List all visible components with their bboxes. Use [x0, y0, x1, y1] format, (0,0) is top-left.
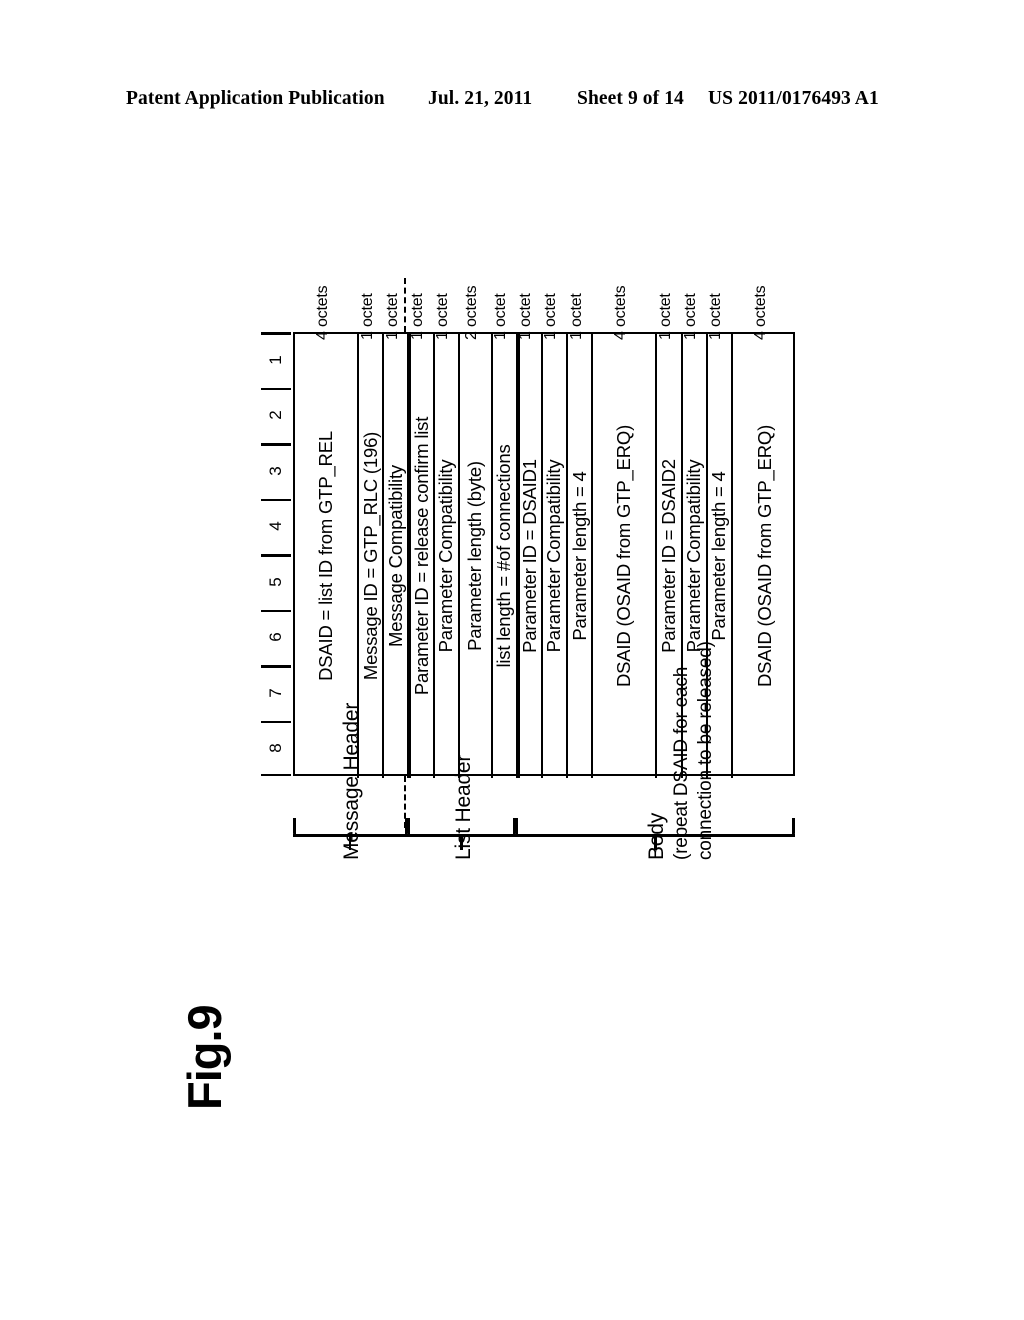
packet-field-label: Parameter length (byte) — [464, 461, 486, 651]
packet-field: Parameter length (byte) — [460, 334, 493, 778]
bit-tick-mark — [261, 609, 291, 612]
packet-field: list length = #of connections — [493, 334, 518, 778]
group-label: Message Header — [340, 702, 364, 860]
bit-ruler: 1 2 3 4 5 6 7 8 — [259, 332, 293, 776]
group-label: Body — [645, 812, 669, 860]
packet-field-label: list length = #of connections — [493, 444, 515, 668]
bit-tick-mark — [261, 387, 291, 390]
packet-field-label: Parameter Compatibility — [543, 459, 565, 653]
header-separator-dash-top — [404, 278, 406, 332]
bracket-tip-right — [792, 818, 795, 836]
packet-field: DSAID (OSAID from GTP_ERQ) — [733, 334, 797, 778]
packet-field: DSAID (OSAID from GTP_ERQ) — [593, 334, 658, 778]
packet-field-label: DSAID = list ID from GTP_REL — [315, 431, 337, 681]
packet-field-label: Parameter Compatibility — [683, 459, 705, 653]
packet-field: Parameter ID = release confirm list — [409, 334, 435, 778]
packet-field: Parameter Compatibility — [543, 334, 568, 778]
packet-field: Parameter length = 4 — [568, 334, 594, 778]
bit-number: 4 — [266, 521, 285, 531]
group-label: List Header — [451, 754, 475, 860]
packet-field-label: DSAID (OSAID from GTP_ERQ) — [753, 424, 775, 688]
packet-field-label: DSAID (OSAID from GTP_ERQ) — [613, 424, 635, 688]
group-sublabel-line1: (repeat DSAID for each — [671, 666, 693, 860]
packet-field: Parameter ID = DSAID1 — [517, 334, 543, 778]
packet-field: Message Compatibility — [384, 334, 410, 778]
group-sublabel-line2: connection to be released) — [695, 641, 717, 860]
bit-ruler-edge — [261, 332, 291, 335]
bit-number: 7 — [266, 688, 285, 698]
bit-number: 1 — [266, 355, 285, 365]
bit-tick-mark — [261, 720, 291, 723]
packet-field-label: Parameter length = 4 — [568, 471, 590, 641]
bit-number: 8 — [266, 743, 285, 753]
bit-tick-mark — [261, 665, 291, 668]
packet-field: Parameter Compatibility — [435, 334, 460, 778]
packet-field-label: Parameter ID = release confirm list — [411, 416, 433, 696]
figure-label: Fig.9 — [178, 1005, 231, 1110]
bit-ruler-edge — [261, 773, 291, 776]
packet-field-label: Parameter ID = DSAID2 — [657, 459, 679, 653]
bit-tick-mark — [261, 498, 291, 501]
bit-tick-mark — [261, 443, 291, 446]
packet-field-table: DSAID = list ID from GTP_REL Message ID =… — [293, 332, 797, 778]
packet-field-label: Parameter Compatibility — [435, 459, 457, 653]
bit-number: 6 — [266, 632, 285, 642]
packet-field-label: Message Compatibility — [384, 465, 406, 647]
packet-field-label: Message ID = GTP_RLC (196) — [359, 431, 381, 681]
packet-field-label: Parameter length = 4 — [708, 471, 730, 641]
bit-number: 5 — [266, 577, 285, 587]
bit-number: 2 — [266, 410, 285, 420]
bit-tick-mark — [261, 554, 291, 557]
bit-number: 3 — [266, 466, 285, 476]
packet-field-label: Parameter ID = DSAID1 — [519, 459, 541, 653]
packet-structure-diagram: 4 octets 1 octet 1 octet 1 octet 1 octet 2 oc… — [0, 0, 1024, 1320]
